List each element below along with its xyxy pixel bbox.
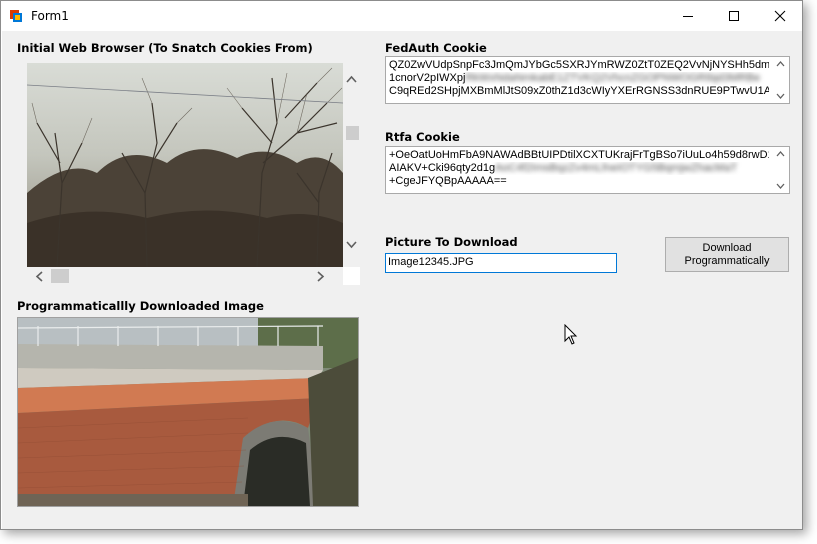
vertical-scroll-thumb[interactable]	[346, 126, 359, 140]
scroll-down-icon[interactable]	[346, 241, 357, 249]
browser-horizontal-scrollbar[interactable]	[27, 267, 343, 285]
browser-label: Initial Web Browser (To Snatch Cookies F…	[17, 41, 313, 55]
fedauth-line-1: QZ0ZwVUdpSnpFc3JmQmJYbGc5SXRJYmRWZ0ZtT0Z…	[389, 59, 769, 71]
scroll-up-icon[interactable]	[776, 151, 785, 157]
mouse-pointer-icon	[564, 324, 578, 345]
scroll-up-icon[interactable]	[346, 75, 357, 83]
scroll-down-icon[interactable]	[776, 183, 785, 189]
rtfa-scrollbar[interactable]	[772, 147, 789, 193]
rtfa-line-3: +CgeJFYQBpAAAAA==	[389, 175, 507, 187]
scroll-up-icon[interactable]	[776, 61, 785, 67]
picture-filename-input[interactable]: Image12345.JPG	[385, 253, 617, 273]
maximize-button[interactable]	[711, 1, 757, 31]
rtfa-line-2: AIAKV+Cki96qty2d1gAoC4f2ImsBqzZv4mLfneIO…	[389, 162, 738, 174]
minimize-button[interactable]	[665, 1, 711, 31]
close-button[interactable]	[757, 1, 803, 31]
web-browser-control[interactable]	[27, 63, 360, 285]
scroll-down-icon[interactable]	[776, 93, 785, 99]
rtfa-label: Rtfa Cookie	[385, 130, 460, 144]
maximize-icon	[729, 11, 739, 21]
fedauth-line-2: 1cnorV2pIWXpjRkWxNdaNmkabE1ZTVKQ2VhcnZGO…	[389, 72, 761, 84]
browser-vertical-scrollbar[interactable]	[343, 63, 360, 267]
bridge-photo	[18, 318, 358, 506]
app-icon	[10, 10, 22, 22]
form-window: Form1 Initial Web Browser (To Snatch Coo…	[0, 0, 803, 530]
scroll-left-icon[interactable]	[35, 271, 43, 282]
horizontal-scroll-thumb[interactable]	[51, 269, 69, 283]
fedauth-scrollbar[interactable]	[772, 57, 789, 103]
scroll-right-icon[interactable]	[317, 271, 325, 282]
fedauth-textbox[interactable]: QZ0ZwVUdpSnpFc3JmQmJYbGc5SXRJYmRWZ0ZtT0Z…	[385, 56, 790, 104]
fedauth-redacted: RkWxNdaNmkabE1ZTVKQ2VhcnZGOPNWOGRIbjd3MR…	[465, 72, 761, 84]
rtfa-line-1: +OeOatUoHmFbA9NAWAdBBtUIPDtilXCXTUKrajFr…	[389, 149, 769, 161]
download-programmatically-button[interactable]: Download Programmatically	[665, 237, 789, 272]
picture-label: Picture To Download	[385, 235, 518, 249]
rtfa-textbox[interactable]: +OeOatUoHmFbA9NAWAdBBtUIPDtilXCXTUKrajFr…	[385, 146, 790, 194]
minimize-icon	[683, 16, 693, 17]
browser-viewport[interactable]	[27, 63, 343, 267]
form-client-area: Initial Web Browser (To Snatch Cookies F…	[2, 31, 802, 529]
downloaded-image-label: Programmaticallly Downloaded Image	[17, 299, 264, 313]
close-icon	[774, 10, 786, 22]
trees-photo	[27, 63, 343, 267]
fedauth-line-3: C9qREd2SHpjMXBmMlJtS09xZ0thZ1d3cWIyYXErR…	[389, 85, 769, 97]
rtfa-redacted: AoC4f2ImsBqzZv4mLfneIOTYG5BqmjwZhacMaT	[495, 162, 738, 174]
downloaded-image	[17, 317, 359, 507]
title-bar[interactable]: Form1	[1, 1, 802, 31]
fedauth-label: FedAuth Cookie	[385, 41, 487, 55]
window-title: Form1	[31, 9, 69, 23]
